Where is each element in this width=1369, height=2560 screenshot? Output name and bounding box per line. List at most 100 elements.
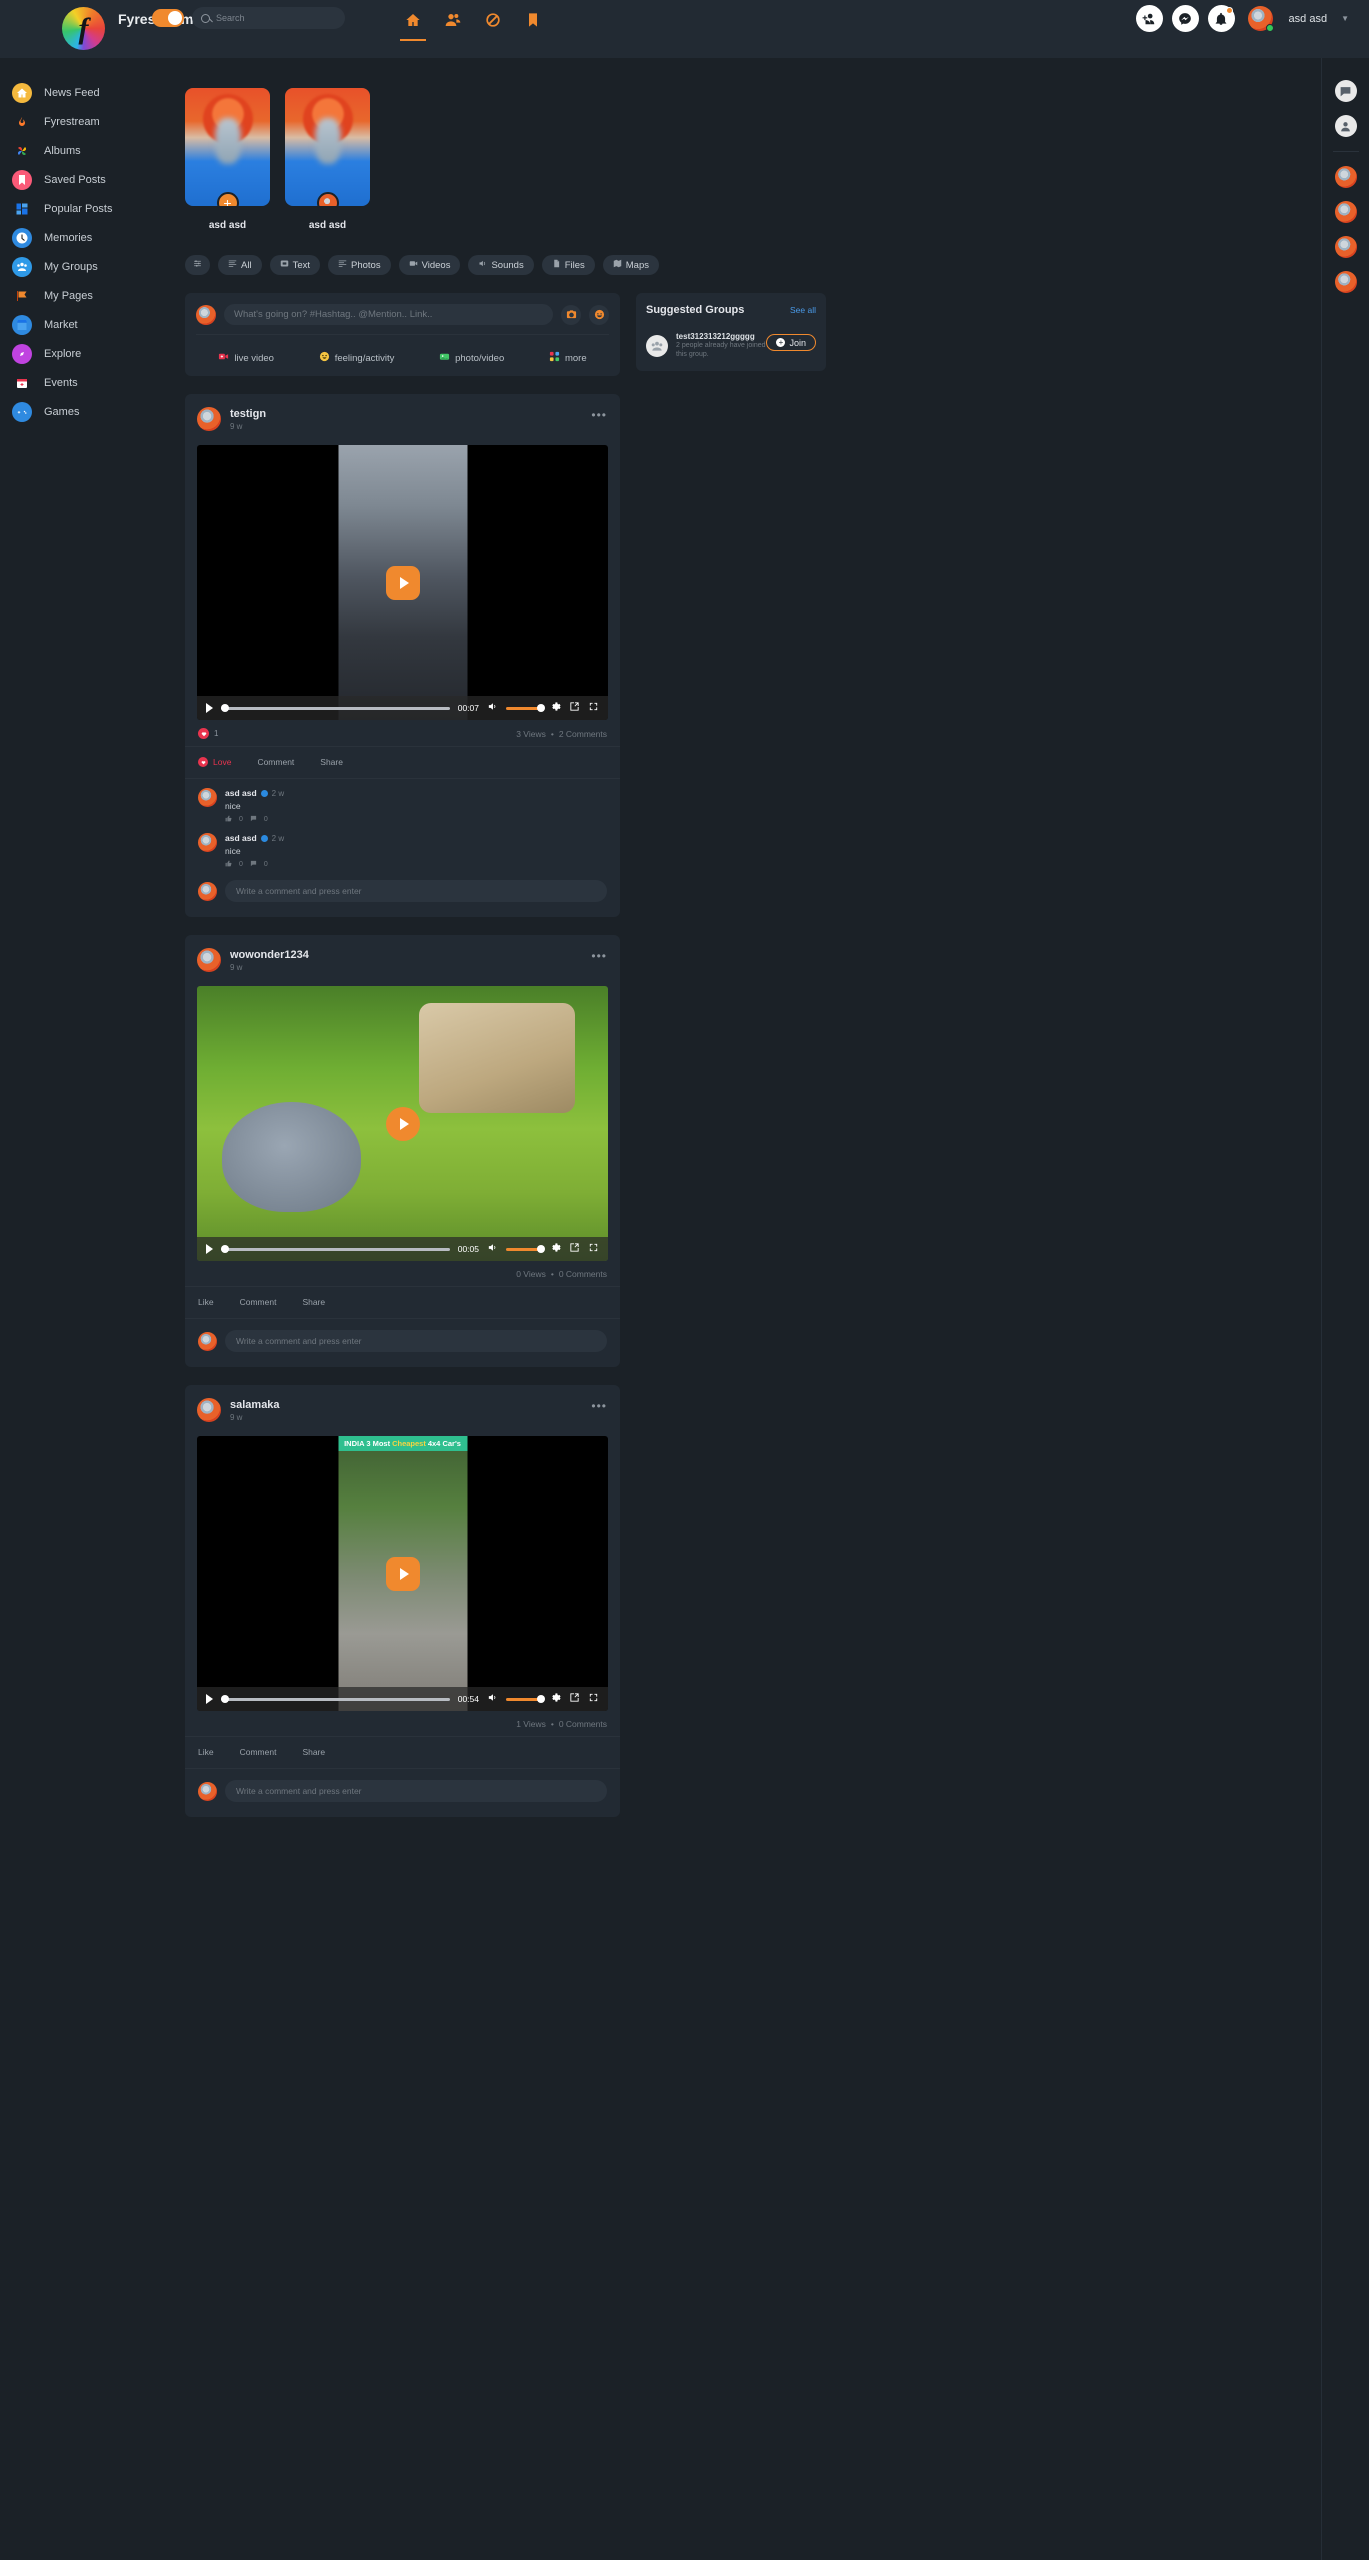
user-name[interactable]: asd asd bbox=[1289, 13, 1328, 25]
play-button[interactable] bbox=[206, 703, 213, 713]
sidebar-item-memories[interactable]: Memories bbox=[0, 223, 175, 252]
post-options-button[interactable]: ••• bbox=[591, 949, 607, 963]
volume-icon[interactable] bbox=[487, 1690, 498, 1708]
sidebar-item-my-groups[interactable]: My Groups bbox=[0, 252, 175, 281]
post-action-comment[interactable]: Comment bbox=[240, 1297, 277, 1307]
messenger-button[interactable] bbox=[1171, 5, 1199, 32]
post-action-comment[interactable]: Comment bbox=[240, 1747, 277, 1757]
story-item[interactable]: asd asd bbox=[285, 88, 370, 231]
post-author-name[interactable]: salamaka bbox=[230, 1399, 280, 1411]
comment-bubble-icon[interactable] bbox=[250, 860, 257, 869]
seek-bar[interactable] bbox=[221, 1695, 450, 1703]
sidebar-item-albums[interactable]: Albums bbox=[0, 136, 175, 165]
play-button[interactable] bbox=[206, 1244, 213, 1254]
composer-input[interactable]: What's going on? #Hashtag.. @Mention.. L… bbox=[224, 304, 553, 325]
app-logo[interactable]: f bbox=[62, 7, 105, 50]
contacts-icon[interactable] bbox=[1334, 115, 1357, 137]
play-button[interactable] bbox=[206, 1694, 213, 1704]
theme-toggle[interactable] bbox=[152, 9, 184, 27]
post-author-avatar[interactable] bbox=[197, 948, 221, 972]
thumbs-up-icon[interactable] bbox=[225, 860, 232, 869]
add-story-button[interactable]: + bbox=[216, 192, 239, 206]
settings-gear-icon[interactable] bbox=[550, 699, 561, 717]
nav-explore[interactable] bbox=[485, 12, 501, 28]
comment-author-name[interactable]: asd asd bbox=[225, 833, 257, 843]
post-action-like[interactable]: Like bbox=[198, 1747, 214, 1757]
sidebar-item-saved-posts[interactable]: Saved Posts bbox=[0, 165, 175, 194]
add-friend-button[interactable] bbox=[1135, 5, 1163, 32]
group-name[interactable]: test312313212ggggg bbox=[676, 332, 771, 341]
fullscreen-icon[interactable] bbox=[588, 1690, 599, 1708]
filter-files[interactable]: Files bbox=[541, 255, 595, 275]
post-author-name[interactable]: testign bbox=[230, 408, 266, 420]
post-media[interactable]: 00:05 bbox=[197, 986, 608, 1261]
comment-input[interactable]: Write a comment and press enter bbox=[225, 880, 607, 902]
post-action-share[interactable]: Share bbox=[320, 757, 343, 767]
notifications-button[interactable] bbox=[1207, 5, 1235, 32]
contact-avatar[interactable] bbox=[1334, 236, 1357, 258]
thumbs-up-icon[interactable] bbox=[225, 815, 232, 824]
sidebar-item-explore[interactable]: Explore bbox=[0, 339, 175, 368]
see-all-link[interactable]: See all bbox=[790, 305, 816, 315]
comment-input[interactable]: Write a comment and press enter bbox=[225, 1330, 607, 1352]
nav-saved[interactable] bbox=[525, 12, 541, 28]
volume-icon[interactable] bbox=[487, 1240, 498, 1258]
filter-sounds[interactable]: Sounds bbox=[468, 255, 534, 275]
post-media[interactable]: INDIA 3 Most Cheapest 4x4 Car's 00:54 bbox=[197, 1436, 608, 1711]
composer-more[interactable]: more bbox=[549, 351, 587, 365]
post-options-button[interactable]: ••• bbox=[591, 1399, 607, 1413]
post-options-button[interactable]: ••• bbox=[591, 408, 607, 422]
story-author-avatar[interactable] bbox=[316, 192, 339, 206]
post-author-avatar[interactable] bbox=[197, 1398, 221, 1422]
comment-avatar[interactable] bbox=[198, 833, 217, 852]
story-thumbnail[interactable]: + bbox=[185, 88, 270, 206]
sidebar-item-games[interactable]: Games bbox=[0, 397, 175, 426]
picture-in-picture-icon[interactable] bbox=[569, 1690, 580, 1708]
volume-slider[interactable] bbox=[506, 704, 545, 712]
volume-icon[interactable] bbox=[487, 699, 498, 717]
play-overlay-button[interactable] bbox=[385, 565, 420, 600]
post-media[interactable]: 00:07 bbox=[197, 445, 608, 720]
comment-bubble-icon[interactable] bbox=[250, 815, 257, 824]
comment-avatar[interactable] bbox=[198, 788, 217, 807]
chat-list-icon[interactable] bbox=[1334, 80, 1357, 102]
filter-videos[interactable]: Videos bbox=[398, 255, 461, 275]
fullscreen-icon[interactable] bbox=[588, 1240, 599, 1258]
picture-in-picture-icon[interactable] bbox=[569, 1240, 580, 1258]
composer-emoji-button[interactable] bbox=[589, 304, 609, 325]
filter-settings[interactable] bbox=[185, 255, 210, 275]
story-thumbnail[interactable] bbox=[285, 88, 370, 206]
search-input[interactable]: Search bbox=[192, 7, 345, 29]
comment-author-name[interactable]: asd asd bbox=[225, 788, 257, 798]
join-group-button[interactable]: + Join bbox=[766, 334, 816, 351]
seek-bar[interactable] bbox=[221, 1245, 450, 1253]
filter-all[interactable]: All bbox=[218, 255, 262, 275]
settings-gear-icon[interactable] bbox=[550, 1240, 561, 1258]
user-avatar[interactable] bbox=[1247, 6, 1274, 32]
contact-avatar[interactable] bbox=[1334, 271, 1357, 293]
composer-photo-video[interactable]: photo/video bbox=[439, 351, 504, 365]
chevron-down-icon[interactable]: ▼ bbox=[1341, 14, 1349, 23]
post-author-name[interactable]: wowonder1234 bbox=[230, 949, 309, 961]
volume-slider[interactable] bbox=[506, 1245, 545, 1253]
contact-avatar[interactable] bbox=[1334, 201, 1357, 223]
post-action-love[interactable]: Love bbox=[198, 757, 231, 767]
composer-feeling-activity[interactable]: feeling/activity bbox=[319, 351, 394, 365]
post-action-share[interactable]: Share bbox=[302, 1747, 325, 1757]
sidebar-item-events[interactable]: Events bbox=[0, 368, 175, 397]
sidebar-item-news-feed[interactable]: News Feed bbox=[0, 78, 175, 107]
contact-avatar[interactable] bbox=[1334, 166, 1357, 188]
settings-gear-icon[interactable] bbox=[550, 1690, 561, 1708]
volume-slider[interactable] bbox=[506, 1695, 545, 1703]
composer-camera-button[interactable] bbox=[561, 304, 581, 325]
sidebar-item-fyrestream[interactable]: Fyrestream bbox=[0, 107, 175, 136]
play-overlay-button[interactable] bbox=[385, 1106, 420, 1141]
story-item[interactable]: + asd asd bbox=[185, 88, 270, 231]
filter-photos[interactable]: Photos bbox=[328, 255, 391, 275]
sidebar-item-my-pages[interactable]: My Pages bbox=[0, 281, 175, 310]
group-avatar[interactable] bbox=[646, 334, 668, 357]
post-action-comment[interactable]: Comment bbox=[257, 757, 294, 767]
sidebar-item-popular-posts[interactable]: Popular Posts bbox=[0, 194, 175, 223]
comment-input[interactable]: Write a comment and press enter bbox=[225, 1780, 607, 1802]
nav-home[interactable] bbox=[400, 12, 426, 41]
